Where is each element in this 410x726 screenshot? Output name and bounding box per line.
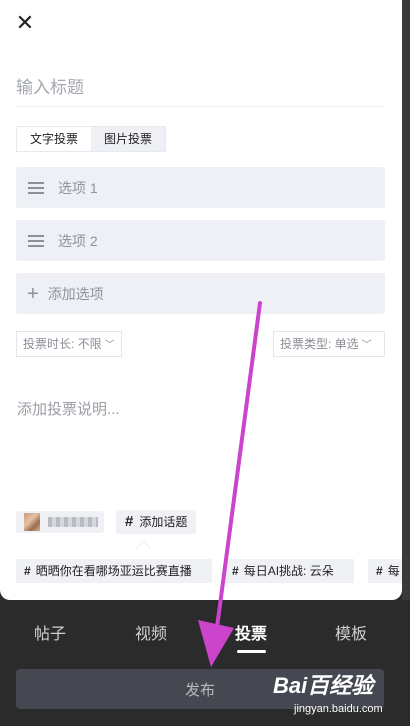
bottom-tab-bar: 帖子 视频 投票 模板 xyxy=(0,600,410,662)
suggested-topic-3[interactable]: # 每 xyxy=(368,559,402,583)
close-icon[interactable]: ✕ xyxy=(14,12,36,34)
option-2-field[interactable]: 选项 2 xyxy=(16,220,385,261)
tab-image-vote[interactable]: 图片投票 xyxy=(91,127,166,151)
suggested-topic-2[interactable]: # 每日AI挑战: 云朵 xyxy=(224,559,354,583)
hash-icon: # xyxy=(376,564,383,578)
tab-video[interactable]: 视频 xyxy=(135,620,167,644)
suggested-topic-label: 晒晒你在看哪场亚运比赛直播 xyxy=(35,564,192,578)
vote-type-label: 投票类型: 单选 xyxy=(280,337,359,351)
chevron-down-icon: ﹀ xyxy=(104,340,115,351)
user-chip[interactable] xyxy=(16,511,104,533)
option-1-placeholder: 选项 1 xyxy=(58,179,98,196)
title-input[interactable] xyxy=(16,70,384,107)
tab-posts[interactable]: 帖子 xyxy=(34,620,66,644)
add-topic-label: 添加话题 xyxy=(139,515,188,529)
blurred-username xyxy=(48,517,98,527)
drag-handle-icon[interactable] xyxy=(28,179,44,197)
drag-handle-icon[interactable] xyxy=(28,232,44,250)
hash-icon: # xyxy=(24,564,31,578)
tab-template[interactable]: 模板 xyxy=(335,620,367,644)
side-edge xyxy=(402,0,410,600)
chevron-down-icon: ﹀ xyxy=(361,340,372,351)
watermark-url: jingyan.baidu.com xyxy=(294,703,383,715)
vote-editor-panel: ✕ 文字投票 图片投票 选项 1 选项 2 + 添加选项 投票时长: 不限﹀ 投… xyxy=(0,0,402,600)
option-2-placeholder: 选项 2 xyxy=(58,232,98,249)
description-input[interactable]: 添加投票说明... xyxy=(17,398,120,419)
tab-vote[interactable]: 投票 xyxy=(235,620,267,644)
duration-dropdown[interactable]: 投票时长: 不限 ﹀ xyxy=(16,331,122,357)
vote-type-switch: 文字投票 图片投票 xyxy=(16,126,167,152)
add-option-label: 添加选项 xyxy=(47,285,104,302)
vote-type-dropdown[interactable]: 投票类型: 单选 ﹀ xyxy=(273,331,385,357)
suggested-topic-label: 每日AI挑战: 云朵 xyxy=(243,564,334,578)
watermark-logo: Bai百经验 xyxy=(273,673,374,698)
hash-icon: # xyxy=(125,513,134,530)
add-topic-button[interactable]: # 添加话题 xyxy=(116,510,197,534)
suggested-topic-1[interactable]: # 晒晒你在看哪场亚运比赛直播 xyxy=(16,559,212,583)
suggested-topic-label: 每 xyxy=(387,564,400,578)
active-tab-indicator xyxy=(237,650,266,653)
plus-icon: + xyxy=(27,282,39,305)
tooltip-pointer xyxy=(135,540,152,557)
tab-text-vote[interactable]: 文字投票 xyxy=(17,127,92,151)
add-option-button[interactable]: + 添加选项 xyxy=(16,273,385,314)
duration-label: 投票时长: 不限 xyxy=(23,337,102,351)
avatar xyxy=(24,513,40,531)
hash-icon: # xyxy=(232,564,239,578)
option-1-field[interactable]: 选项 1 xyxy=(16,167,385,208)
